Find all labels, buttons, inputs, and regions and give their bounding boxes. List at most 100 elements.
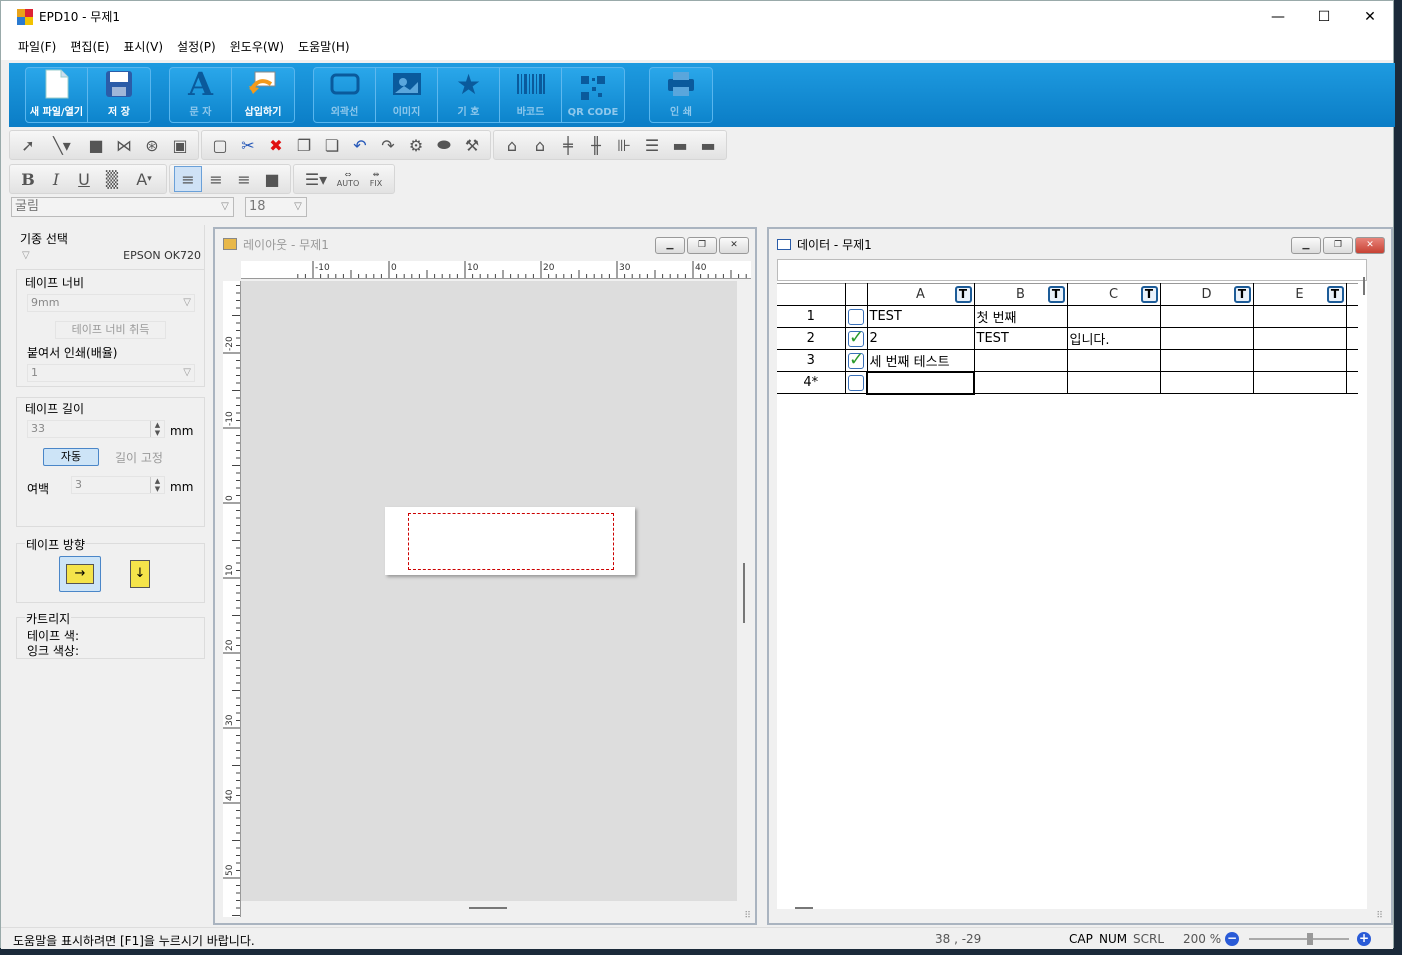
checkbox-empty-icon[interactable] <box>847 374 864 391</box>
auto-size-button[interactable]: ⇔ AUTO <box>334 166 362 192</box>
grid-cell[interactable]: 입니다. <box>1066 327 1161 350</box>
grid-cell[interactable] <box>1252 371 1347 394</box>
send-back-icon[interactable]: ⌂ <box>526 132 554 158</box>
checkbox-checked-icon[interactable] <box>848 351 864 370</box>
undo-icon[interactable]: ↶ <box>346 132 374 158</box>
checkbox-checked-icon[interactable] <box>848 329 864 348</box>
grid-cell[interactable] <box>1159 305 1254 328</box>
qrcode-button[interactable]: QR CODE <box>562 68 624 122</box>
circle-tool-icon[interactable]: ⊛ <box>138 132 166 158</box>
distribute-h-icon[interactable]: ⊪ <box>610 132 638 158</box>
menu-file[interactable]: 파일(F) <box>11 38 63 55</box>
zoom-slider[interactable] <box>1249 933 1349 945</box>
group-icon[interactable]: ⚙ <box>402 132 430 158</box>
menu-help[interactable]: 도움말(H) <box>291 38 357 55</box>
text-type-badge[interactable]: T <box>954 286 972 303</box>
text-type-badge[interactable]: T <box>1326 286 1344 303</box>
image-button[interactable]: 이미지 <box>376 68 438 122</box>
fix-size-button[interactable]: ⇹ FIX <box>362 166 390 192</box>
round-rect-icon[interactable]: ▬ <box>666 132 694 158</box>
tab-shape-icon[interactable]: ▬ <box>694 132 722 158</box>
auto-length-button[interactable]: 자동 <box>43 448 99 466</box>
paste-icon[interactable]: ❏ <box>318 132 346 158</box>
resize-grip-icon[interactable]: ⠿ <box>1376 911 1383 921</box>
zoom-slider-thumb[interactable] <box>1307 933 1313 945</box>
grid-cell[interactable] <box>1252 305 1347 328</box>
row-number[interactable]: 4* <box>777 371 846 394</box>
grid-cell[interactable]: 세 번째 테스트 <box>866 349 975 372</box>
grid-cell[interactable] <box>1066 305 1161 328</box>
ribbon-shape-icon[interactable]: ⋈ <box>110 132 138 158</box>
print-button[interactable]: 인 쇄 <box>650 68 712 122</box>
resize-grip-icon[interactable]: ⠿ <box>744 911 751 921</box>
underline-button[interactable]: U <box>70 166 98 192</box>
column-header-d[interactable]: DT <box>1159 283 1254 306</box>
barcode-button[interactable]: 바코드 <box>500 68 562 122</box>
align-center-h-icon[interactable]: ╪ <box>554 132 582 158</box>
italic-button[interactable]: I <box>42 166 70 192</box>
label-preview[interactable] <box>385 507 635 575</box>
insert-button[interactable]: 삽입하기 <box>232 68 294 122</box>
bold-button[interactable]: B <box>14 166 42 192</box>
line-tool-icon[interactable]: ╲▾ <box>42 132 82 158</box>
delete-icon[interactable]: ✖ <box>262 132 290 158</box>
font-size-select[interactable]: 18 ▽ <box>245 197 307 217</box>
stamp-tool-icon[interactable]: ▣ <box>166 132 194 158</box>
grid-cell[interactable] <box>973 349 1068 372</box>
layout-restore-button[interactable]: ❐ <box>687 237 717 254</box>
grid-cell[interactable] <box>1159 371 1254 394</box>
spinner-arrows-icon[interactable]: ▲ ▼ <box>150 421 164 437</box>
align-center-icon[interactable]: ≡ <box>202 166 230 192</box>
symbol-button[interactable]: ★ 기 호 <box>438 68 500 122</box>
frame-tool-icon[interactable]: ▢ <box>206 132 234 158</box>
menu-window[interactable]: 윈도우(W) <box>223 38 291 55</box>
copy-icon[interactable]: ❐ <box>290 132 318 158</box>
text-shade-icon[interactable]: ▒ <box>98 166 126 192</box>
layout-minimize-button[interactable]: ▁ <box>655 237 685 254</box>
minimize-button[interactable]: — <box>1255 1 1301 32</box>
margin-input[interactable]: 3 ▲ ▼ <box>71 476 165 494</box>
grid-cell[interactable]: 첫 번째 <box>973 305 1068 328</box>
horizontal-scrollbar[interactable] <box>469 907 507 909</box>
save-button[interactable]: 저 장 <box>88 68 150 122</box>
layout-close-button[interactable]: ✕ <box>719 237 749 254</box>
align-left-icon[interactable]: ≡ <box>174 166 202 192</box>
align-right-icon[interactable]: ≡ <box>230 166 258 192</box>
column-header-e[interactable]: ET <box>1252 283 1347 306</box>
menu-view[interactable]: 표시(V) <box>116 38 170 55</box>
grid-cell[interactable]: TEST <box>973 327 1068 350</box>
cut-icon[interactable]: ✂ <box>234 132 262 158</box>
model-select[interactable]: ▽ EPSON OK720 <box>20 248 203 266</box>
tag-icon[interactable]: ⬬ <box>430 132 458 158</box>
vertical-scrollbar[interactable] <box>743 563 745 623</box>
data-restore-button[interactable]: ❐ <box>1323 237 1353 254</box>
grid-cell[interactable]: 2 <box>866 327 975 350</box>
text-type-badge[interactable]: T <box>1233 286 1251 303</box>
frame-button[interactable]: 외곽선 <box>314 68 376 122</box>
text-button[interactable]: A 문 자 <box>170 65 232 122</box>
zoom-in-button[interactable]: + <box>1357 932 1371 946</box>
data-minimize-button[interactable]: ▁ <box>1291 237 1321 254</box>
grid-cell[interactable] <box>1159 327 1254 350</box>
redo-icon[interactable]: ↷ <box>374 132 402 158</box>
spinner-arrows-icon[interactable]: ▲ ▼ <box>150 477 164 493</box>
row-number[interactable]: 3 <box>777 349 846 372</box>
horizontal-direction-button[interactable]: → <box>59 556 101 592</box>
tape-width-select[interactable]: 9mm ▽ <box>27 294 195 312</box>
get-tape-width-button[interactable]: 테이프 너비 취득 <box>55 321 166 339</box>
row-number[interactable]: 1 <box>777 305 846 328</box>
grid-cell[interactable] <box>1066 371 1161 394</box>
checkbox-empty-icon[interactable] <box>848 308 864 325</box>
align-center-v-icon[interactable]: ╫ <box>582 132 610 158</box>
cell-edit-bar[interactable] <box>777 259 1367 281</box>
maximize-button[interactable]: ☐ <box>1301 1 1347 32</box>
new-open-button[interactable]: 새 파일/열기 <box>26 68 88 122</box>
layout-canvas[interactable] <box>241 281 737 901</box>
grid-cell[interactable] <box>1159 349 1254 372</box>
grid-cell[interactable] <box>1066 349 1161 372</box>
justify-block-icon[interactable]: ■ <box>258 166 286 192</box>
row-number[interactable]: 2 <box>777 327 846 350</box>
column-header-b[interactable]: BT <box>973 283 1068 306</box>
font-color-button[interactable]: A ▾ <box>126 166 162 192</box>
ungroup-icon[interactable]: ⚒ <box>458 132 486 158</box>
